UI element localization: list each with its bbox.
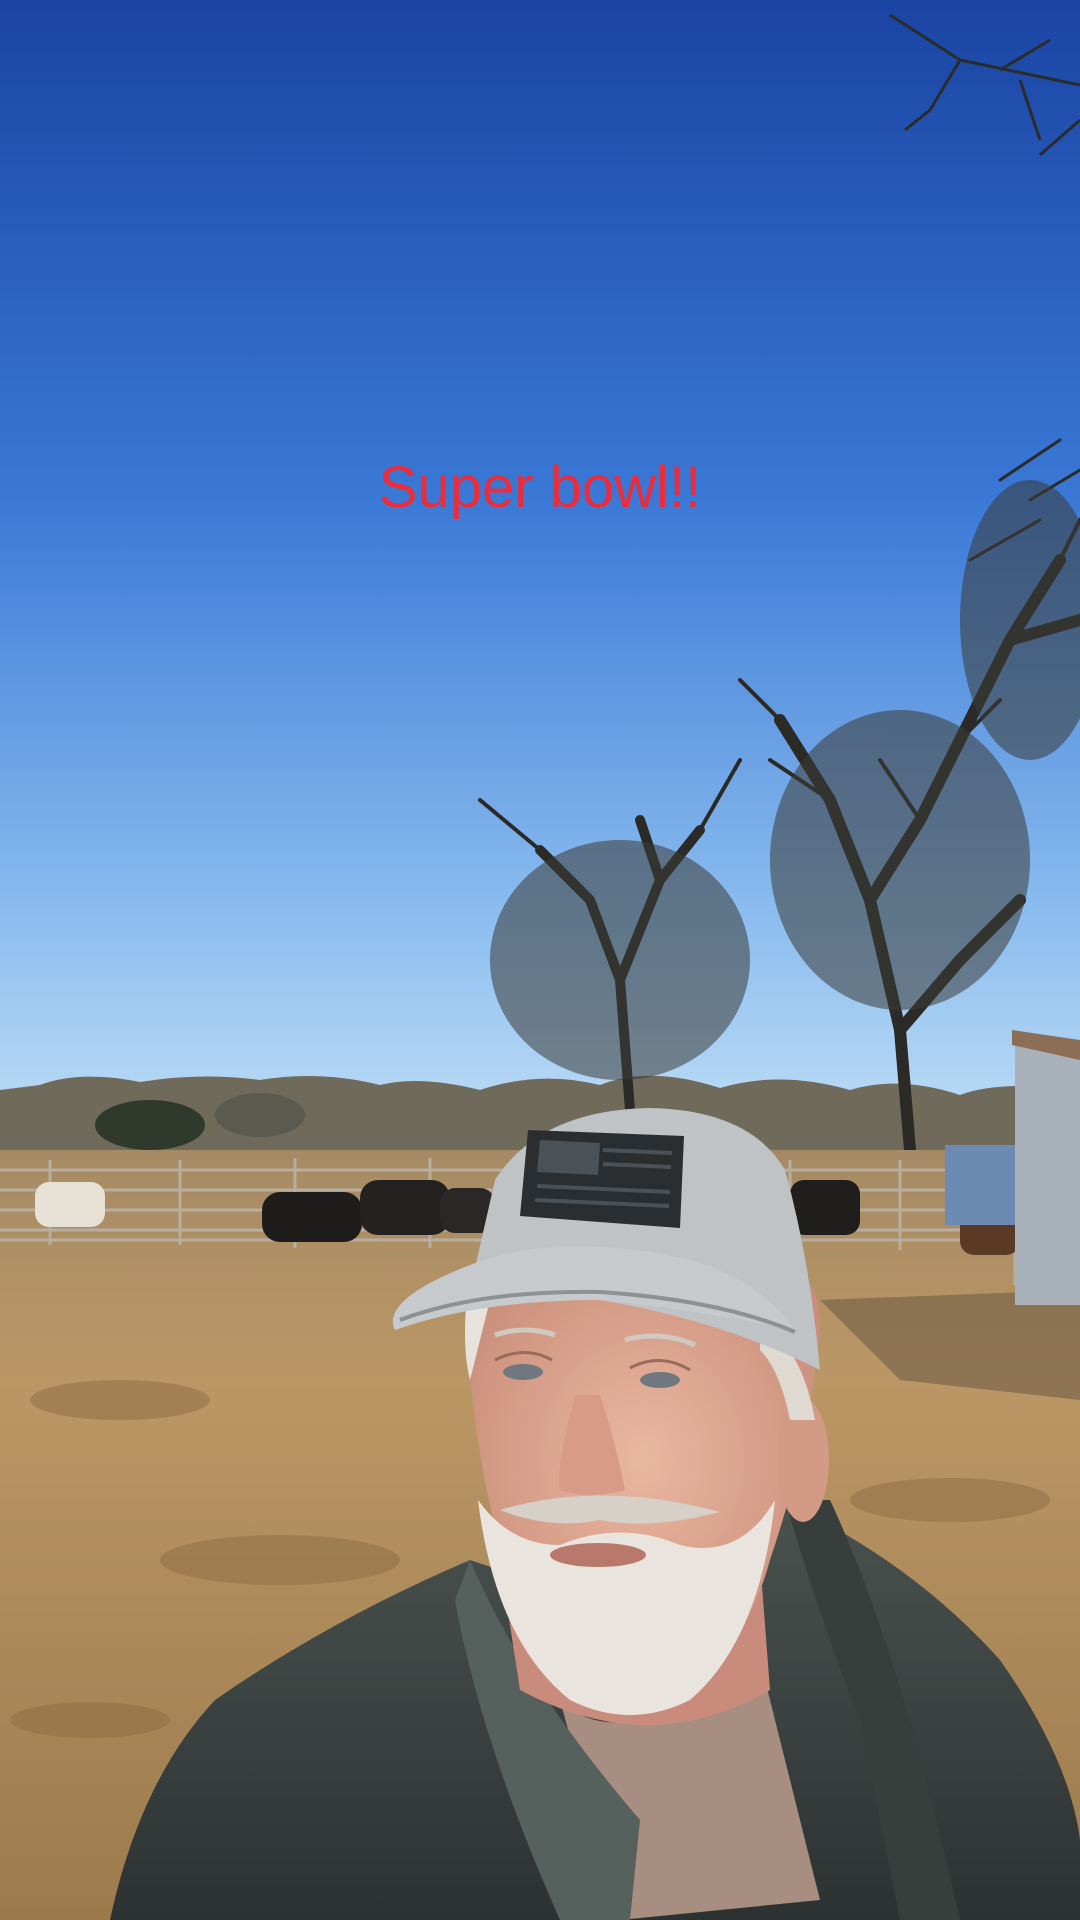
caption-text: Super bowl!!	[378, 455, 702, 520]
left-eye	[503, 1364, 543, 1380]
right-eye	[640, 1372, 680, 1388]
background-photo	[0, 0, 1080, 1920]
photo-scene	[0, 0, 1080, 1920]
flag-patch	[520, 1130, 684, 1228]
